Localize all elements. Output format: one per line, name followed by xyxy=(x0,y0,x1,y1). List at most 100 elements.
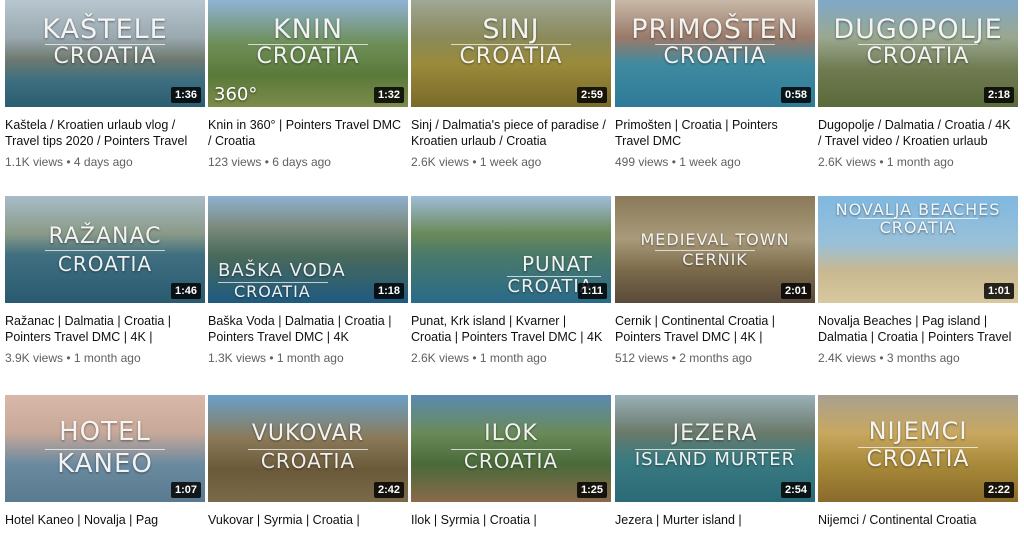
thumbnail-overlay-text: SINJ xyxy=(482,14,540,45)
video-meta: 2.4K views • 3 months ago xyxy=(818,351,960,365)
thumbnail-overlay-subtext: ISLAND MURTER xyxy=(634,449,796,470)
view-count: 2.6K views xyxy=(411,155,470,169)
thumbnail-overlay-text: PUNAT xyxy=(521,252,593,276)
thumbnail-overlay-subtext: CROATIA xyxy=(57,252,153,276)
video-title[interactable]: Ražanac | Dalmatia | Croatia | Pointers … xyxy=(5,313,205,345)
video-card[interactable]: NIJEMCI CROATIA 2:22 Nijemci / Continent… xyxy=(818,395,1018,544)
duration-badge: 2:22 xyxy=(983,482,1014,498)
video-card[interactable]: SINJ CROATIA 2:59 Sinj / Dalmatia's piec… xyxy=(411,0,611,169)
duration-badge: 2:54 xyxy=(780,482,811,498)
view-count: 1.3K views xyxy=(208,351,267,365)
thumbnail-overlay-text: DUGOPOLJE xyxy=(833,14,1003,45)
thumbnail-overlay-subtext: CROATIA xyxy=(53,44,157,69)
video-thumbnail[interactable]: SINJ CROATIA 2:59 xyxy=(411,0,611,107)
video-title[interactable]: Sinj / Dalmatia's piece of paradise / Kr… xyxy=(411,117,611,149)
video-meta: 1.3K views • 1 month ago xyxy=(208,351,344,365)
thumbnail-overlay-subtext: CROATIA xyxy=(866,44,970,69)
video-title[interactable]: Nijemci / Continental Croatia xyxy=(818,512,1018,544)
thumbnail-overlay-subtext: KANEO xyxy=(57,449,153,479)
upload-age: 4 days ago xyxy=(73,155,133,169)
thumbnail-overlay-subtext: CROATIA xyxy=(256,44,360,69)
video-title[interactable]: Hotel Kaneo | Novalja | Pag xyxy=(5,512,205,544)
video-title[interactable]: Ilok | Syrmia | Croatia | xyxy=(411,512,611,544)
video-title[interactable]: Knin in 360° | Pointers Travel DMC / Cro… xyxy=(208,117,408,149)
duration-badge: 1:18 xyxy=(373,283,404,299)
view-count: 3.9K views xyxy=(5,351,64,365)
video-title[interactable]: Primošten | Croatia | Pointers Travel DM… xyxy=(615,117,815,149)
view-count: 2.4K views xyxy=(818,351,877,365)
video-thumbnail[interactable]: PUNAT CROATIA 1:11 xyxy=(411,196,611,303)
thumbnail-overlay-text: JEZERA xyxy=(672,421,758,446)
video-title[interactable]: Cernik | Continental Croatia | Pointers … xyxy=(615,313,815,345)
video-meta: 123 views • 6 days ago xyxy=(208,155,331,169)
thumbnail-overlay-text: HOTEL xyxy=(59,417,151,447)
video-card[interactable]: JEZERA ISLAND MURTER 2:54 Jezera | Murte… xyxy=(615,395,815,544)
thumbnail-overlay-text: ILOK xyxy=(484,421,538,446)
duration-badge: 2:01 xyxy=(780,283,811,299)
video-thumbnail[interactable]: PRIMOŠTEN CROATIA 0:58 xyxy=(615,0,815,107)
video-thumbnail[interactable]: JEZERA ISLAND MURTER 2:54 xyxy=(615,395,815,502)
video-meta: 499 views • 1 week ago xyxy=(615,155,741,169)
video-thumbnail[interactable]: ILOK CROATIA 1:25 xyxy=(411,395,611,502)
upload-age: 1 week ago xyxy=(479,155,542,169)
video-thumbnail[interactable]: VUKOVAR CROATIA 2:42 xyxy=(208,395,408,502)
upload-age: 3 months ago xyxy=(886,351,960,365)
thumbnail-overlay-subtext: CROATIA xyxy=(459,44,563,69)
video-card[interactable]: HOTEL KANEO 1:07 Hotel Kaneo | Novalja |… xyxy=(5,395,205,544)
video-card[interactable]: VUKOVAR CROATIA 2:42 Vukovar | Syrmia | … xyxy=(208,395,408,544)
video-card[interactable]: PRIMOŠTEN CROATIA 0:58 Primošten | Croat… xyxy=(615,0,815,169)
video-card[interactable]: KNIN CROATIA 360° 1:32 Knin in 360° | Po… xyxy=(208,0,408,169)
duration-badge: 1:07 xyxy=(170,482,201,498)
view-count: 512 views xyxy=(615,351,669,365)
thumbnail-overlay-rule xyxy=(45,250,165,251)
thumbnail-overlay-text: RAŽANAC xyxy=(48,224,162,249)
video-title[interactable]: Kaštela / Kroatien urlaub vlog / Travel … xyxy=(5,117,205,149)
thumbnail-overlay-text: NOVALJA BEACHES xyxy=(835,200,1001,219)
video-card[interactable]: ILOK CROATIA 1:25 Ilok | Syrmia | Croati… xyxy=(411,395,611,544)
video-meta: 512 views • 2 months ago xyxy=(615,351,752,365)
video-thumbnail[interactable]: MEDIEVAL TOWN CERNIK 2:01 xyxy=(615,196,815,303)
video-card[interactable]: KAŠTELE CROATIA 1:36 Kaštela / Kroatien … xyxy=(5,0,205,169)
duration-badge: 1:01 xyxy=(983,283,1014,299)
video-thumbnail[interactable]: HOTEL KANEO 1:07 xyxy=(5,395,205,502)
video-title[interactable]: Vukovar | Syrmia | Croatia | xyxy=(208,512,408,544)
upload-age: 1 month ago xyxy=(886,155,954,169)
video-thumbnail[interactable]: KAŠTELE CROATIA 1:36 xyxy=(5,0,205,107)
video-card[interactable]: PUNAT CROATIA 1:11 Punat, Krk island | K… xyxy=(411,196,611,365)
video-card[interactable]: DUGOPOLJE CROATIA 2:18 Dugopolje / Dalma… xyxy=(818,0,1018,169)
video-title[interactable]: Dugopolje / Dalmatia / Croatia / 4K / Tr… xyxy=(818,117,1018,149)
upload-age: 1 month ago xyxy=(479,351,547,365)
view-count: 2.6K views xyxy=(411,351,470,365)
duration-badge: 2:42 xyxy=(373,482,404,498)
video-card[interactable]: BAŠKA VODA CROATIA 1:18 Baška Voda | Dal… xyxy=(208,196,408,365)
video-thumbnail[interactable]: NOVALJA BEACHES CROATIA 1:01 xyxy=(818,196,1018,303)
upload-age: 6 days ago xyxy=(272,155,331,169)
video-card[interactable]: MEDIEVAL TOWN CERNIK 2:01 Cernik | Conti… xyxy=(615,196,815,365)
video-thumbnail[interactable]: RAŽANAC CROATIA 1:46 xyxy=(5,196,205,303)
thumbnail-overlay-text: MEDIEVAL TOWN xyxy=(640,230,790,249)
view-count: 123 views xyxy=(208,155,262,169)
video-meta: 1.1K views • 4 days ago xyxy=(5,155,133,169)
upload-age: 1 week ago xyxy=(679,155,741,169)
video-title[interactable]: Novalja Beaches | Pag island | Dalmatia … xyxy=(818,313,1018,345)
thumbnail-overlay-subtext: CROATIA xyxy=(463,449,559,473)
thumbnail-overlay-subtext: CROATIA xyxy=(879,218,957,237)
video-meta: 3.9K views • 1 month ago xyxy=(5,351,141,365)
view-count: 1.1K views xyxy=(5,155,64,169)
video-thumbnail[interactable]: BAŠKA VODA CROATIA 1:18 xyxy=(208,196,408,303)
video-thumbnail[interactable]: KNIN CROATIA 360° 1:32 xyxy=(208,0,408,107)
view-count: 2.6K views xyxy=(818,155,877,169)
video-card[interactable]: RAŽANAC CROATIA 1:46 Ražanac | Dalmatia … xyxy=(5,196,205,365)
thumbnail-360-label: 360° xyxy=(214,84,258,105)
video-title[interactable]: Jezera | Murter island | xyxy=(615,512,815,544)
view-count: 499 views xyxy=(615,155,669,169)
video-thumbnail[interactable]: NIJEMCI CROATIA 2:22 xyxy=(818,395,1018,502)
thumbnail-overlay-subtext: CROATIA xyxy=(260,449,356,473)
video-title[interactable]: Punat, Krk island | Kvarner | Croatia | … xyxy=(411,313,611,345)
thumbnail-overlay-text: PRIMOŠTEN xyxy=(631,14,799,45)
video-title[interactable]: Baška Voda | Dalmatia | Croatia | Pointe… xyxy=(208,313,408,345)
video-thumbnail[interactable]: DUGOPOLJE CROATIA 2:18 xyxy=(818,0,1018,107)
duration-badge: 1:46 xyxy=(170,283,201,299)
thumbnail-overlay-subtext: CROATIA xyxy=(866,447,970,472)
video-card[interactable]: NOVALJA BEACHES CROATIA 1:01 Novalja Bea… xyxy=(818,196,1018,365)
